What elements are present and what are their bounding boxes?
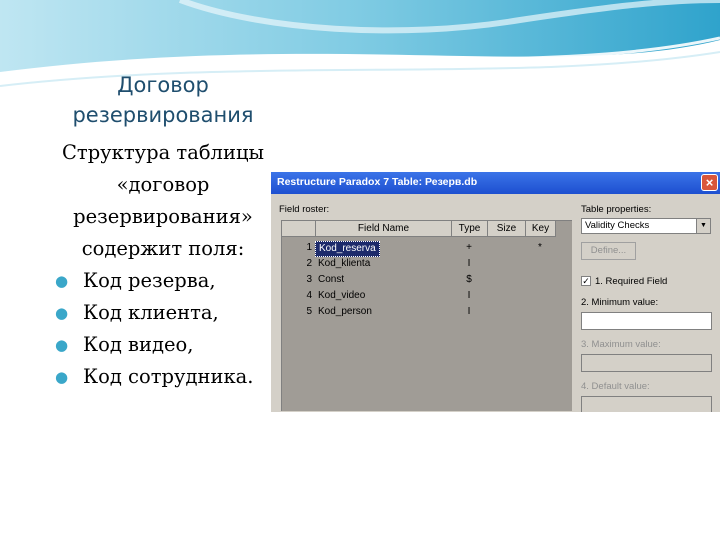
row-number: 3 (306, 274, 312, 285)
column-header-type[interactable]: Type (452, 221, 488, 237)
list-item: ● Код резерва, (52, 265, 274, 297)
column-header-field-name[interactable]: Field Name (316, 221, 452, 237)
field-name-cell[interactable]: Kod_video (315, 289, 365, 303)
row-number: 2 (306, 258, 312, 269)
required-field-label: 1. Required Field (595, 276, 668, 287)
slide-title: Договор резервирования (52, 70, 274, 130)
bullet-icon: ● (55, 272, 69, 290)
maximum-value-input[interactable] (581, 354, 712, 372)
table-row[interactable]: 3 Const $ (282, 273, 572, 288)
field-type-cell[interactable]: I (462, 257, 476, 271)
table-properties-value: Validity Checks (585, 220, 650, 231)
default-value-input[interactable] (581, 396, 712, 412)
table-row[interactable]: 1 Kod_reserva + * (282, 241, 572, 257)
row-number: 1 (306, 242, 312, 253)
table-row[interactable]: 4 Kod_video I (282, 289, 572, 304)
define-button[interactable]: Define... (581, 242, 636, 260)
table-properties-panel: Table properties: Validity Checks ▼ Defi… (576, 202, 720, 412)
body-line: Структура таблицы (61, 141, 265, 164)
field-type-cell[interactable]: $ (462, 273, 476, 287)
column-header-size[interactable]: Size (488, 221, 526, 237)
field-type-cell[interactable]: I (462, 289, 476, 303)
list-item: ● Код видео, (52, 329, 274, 361)
row-number: 5 (306, 306, 312, 317)
list-item: ● Код клиента, (52, 297, 274, 329)
field-name-cell[interactable]: Kod_person (315, 305, 372, 319)
field-roster-grid[interactable]: Field Name Type Size Key 1 Kod_reserva +… (281, 220, 572, 411)
body-line: содержит поля: (81, 237, 245, 260)
list-item-text: Код видео, (83, 333, 194, 356)
field-name-cell[interactable]: Kod_klienta (315, 257, 370, 271)
table-row[interactable]: 2 Kod_klienta I (282, 257, 572, 272)
field-type-cell[interactable]: + (462, 241, 476, 255)
default-value-label: 4. Default value: (581, 381, 650, 392)
bullet-icon: ● (55, 368, 69, 386)
slide-title-line: Договор (117, 73, 209, 97)
field-name-cell[interactable]: Kod_reserva (315, 241, 380, 257)
row-number: 4 (306, 290, 312, 301)
list-item-text: Код резерва, (83, 269, 216, 292)
restructure-table-dialog: Restructure Paradox 7 Table: Резерв.db ×… (270, 172, 720, 412)
minimum-value-input[interactable] (581, 312, 712, 330)
row-number-header (282, 221, 316, 237)
maximum-value-label: 3. Maximum value: (581, 339, 661, 350)
table-row[interactable]: 5 Kod_person I (282, 305, 572, 320)
required-field-checkbox[interactable]: ✓ (581, 276, 591, 286)
bullet-icon: ● (55, 304, 69, 322)
field-roster-label: Field roster: (279, 204, 330, 215)
field-name-cell[interactable]: Const (315, 273, 344, 287)
column-header-key[interactable]: Key (526, 221, 556, 237)
minimum-value-label: 2. Minimum value: (581, 297, 659, 308)
close-button[interactable]: × (701, 174, 718, 191)
table-properties-select[interactable]: Validity Checks ▼ (581, 218, 711, 234)
body-line: «договор (116, 173, 210, 196)
slide-title-line: резервирования (72, 103, 254, 127)
list-item: ● Код сотрудника. (52, 361, 274, 393)
bullet-icon: ● (55, 336, 69, 354)
body-line: резервирования» (73, 205, 253, 228)
field-type-cell[interactable]: I (462, 305, 476, 319)
table-properties-label: Table properties: (581, 204, 652, 215)
field-list: ● Код резерва, ● Код клиента, ● Код видео, … (52, 265, 274, 393)
slide-body: Структура таблицы «договор резервировани… (52, 137, 274, 393)
dialog-title: Restructure Paradox 7 Table: Резерв.db (277, 176, 478, 188)
list-item-text: Код клиента, (83, 301, 219, 324)
chevron-down-icon[interactable]: ▼ (696, 219, 710, 233)
field-key-cell[interactable]: * (534, 241, 546, 255)
list-item-text: Код сотрудника. (83, 365, 254, 388)
dialog-titlebar[interactable]: Restructure Paradox 7 Table: Резерв.db × (271, 172, 720, 194)
